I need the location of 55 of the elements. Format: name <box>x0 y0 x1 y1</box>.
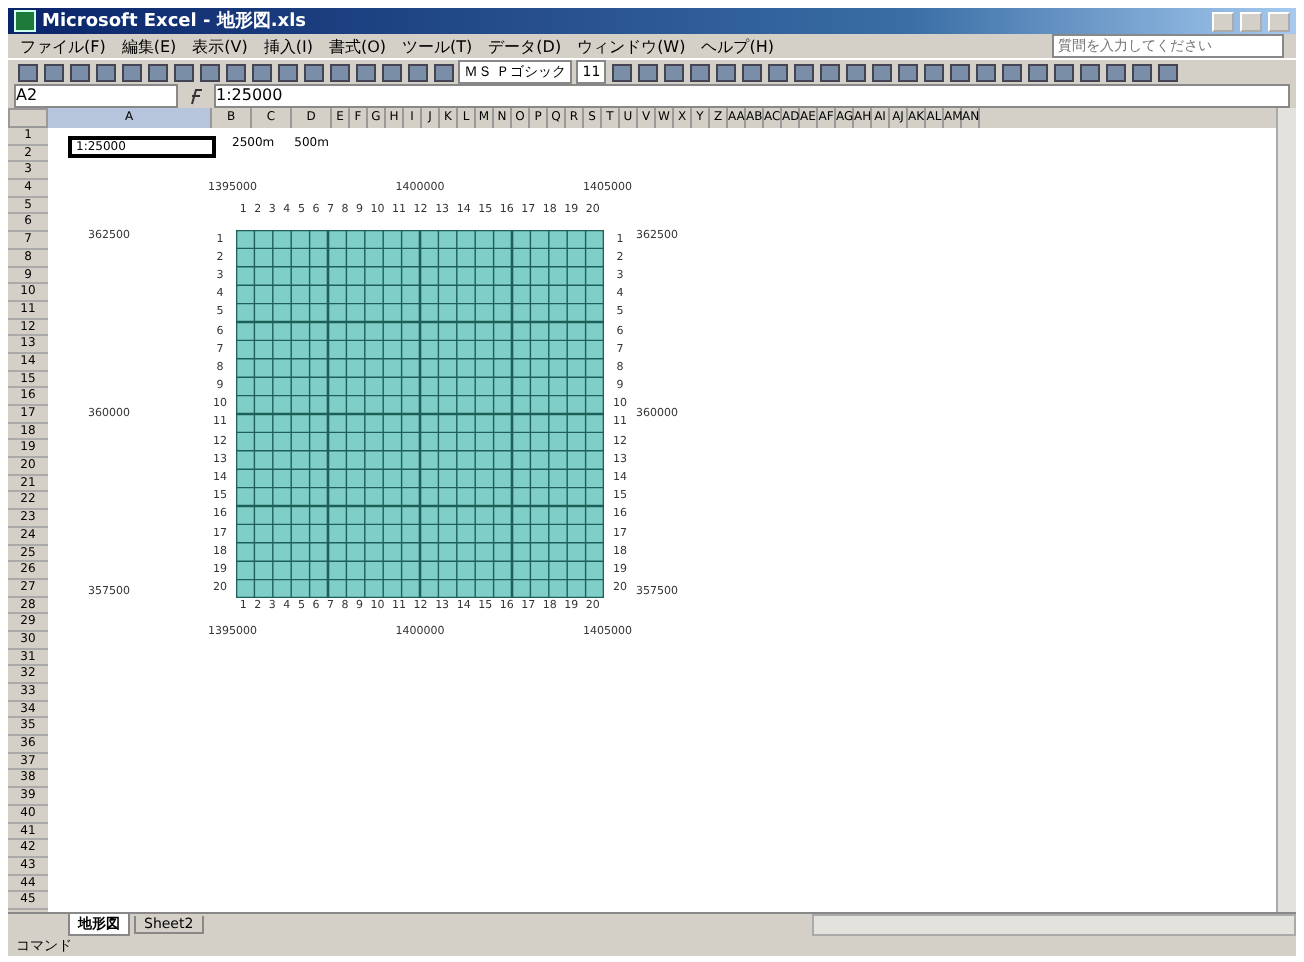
toolbar-button[interactable] <box>1000 61 1023 83</box>
toolbar-button[interactable] <box>1026 61 1049 83</box>
toolbar-button[interactable] <box>406 61 428 83</box>
menu-item[interactable]: データ(D) <box>488 35 562 57</box>
vertical-scrollbar[interactable] <box>1276 108 1296 912</box>
toolbar-button[interactable] <box>662 61 685 83</box>
toolbar-button[interactable] <box>380 61 402 83</box>
menu-item[interactable]: ウィンドウ(W) <box>577 35 686 57</box>
toolbar-button[interactable] <box>1078 61 1101 83</box>
menu-item[interactable]: 書式(O) <box>328 35 387 57</box>
toolbar-button[interactable] <box>250 61 272 83</box>
toolbar-button[interactable] <box>948 61 971 83</box>
menu-item[interactable]: ツール(T) <box>402 35 473 57</box>
toolbar-button[interactable] <box>276 61 298 83</box>
toolbar-button[interactable] <box>354 61 376 83</box>
toolbar-button[interactable] <box>328 61 350 83</box>
toolbar-button[interactable] <box>120 61 142 83</box>
toolbar-button[interactable] <box>16 61 38 83</box>
toolbar-button[interactable] <box>198 61 220 83</box>
menu-item[interactable]: 編集(E) <box>121 35 177 57</box>
menu-item[interactable]: 表示(V) <box>192 35 248 57</box>
toolbar-button[interactable] <box>740 61 763 83</box>
toolbar-button[interactable] <box>714 61 737 83</box>
horizontal-scrollbar[interactable] <box>812 914 1296 936</box>
menu-item[interactable]: ヘルプ(H) <box>701 35 774 57</box>
toolbar-button[interactable] <box>1104 61 1127 83</box>
menu-item[interactable]: ファイル(F) <box>20 35 106 57</box>
toolbar-button[interactable] <box>896 61 919 83</box>
toolbar-button[interactable] <box>766 61 789 83</box>
app-icon <box>14 10 36 32</box>
toolbar-button[interactable] <box>1156 61 1179 83</box>
toolbar-button[interactable] <box>302 61 324 83</box>
toolbar-button[interactable] <box>922 61 945 83</box>
formula-field[interactable]: 1:25000 <box>214 84 1290 108</box>
toolbar-button[interactable] <box>870 61 893 83</box>
toolbar-button[interactable] <box>610 61 633 83</box>
toolbar-button[interactable] <box>224 61 246 83</box>
toolbar-button[interactable] <box>636 61 659 83</box>
toolbar-button[interactable] <box>844 61 867 83</box>
toolbar-button[interactable] <box>1052 61 1075 83</box>
toolbar-button[interactable] <box>42 61 64 83</box>
toolbar-button[interactable] <box>146 61 168 83</box>
toolbar-button[interactable] <box>432 61 454 83</box>
toolbar-button[interactable] <box>974 61 997 83</box>
toolbar-button[interactable] <box>1130 61 1153 83</box>
window-title: Microsoft Excel - 地形図.xls <box>42 8 309 34</box>
toolbar-button[interactable] <box>68 61 90 83</box>
toolbar-button[interactable] <box>172 61 194 83</box>
toolbar-button[interactable] <box>688 61 711 83</box>
toolbar-button[interactable] <box>818 61 841 83</box>
function-icon <box>186 87 206 105</box>
toolbar-button[interactable] <box>94 61 116 83</box>
menu-item[interactable]: 挿入(I) <box>263 35 313 57</box>
name-box[interactable]: A2 <box>14 84 178 108</box>
toolbar-button[interactable] <box>792 61 815 83</box>
